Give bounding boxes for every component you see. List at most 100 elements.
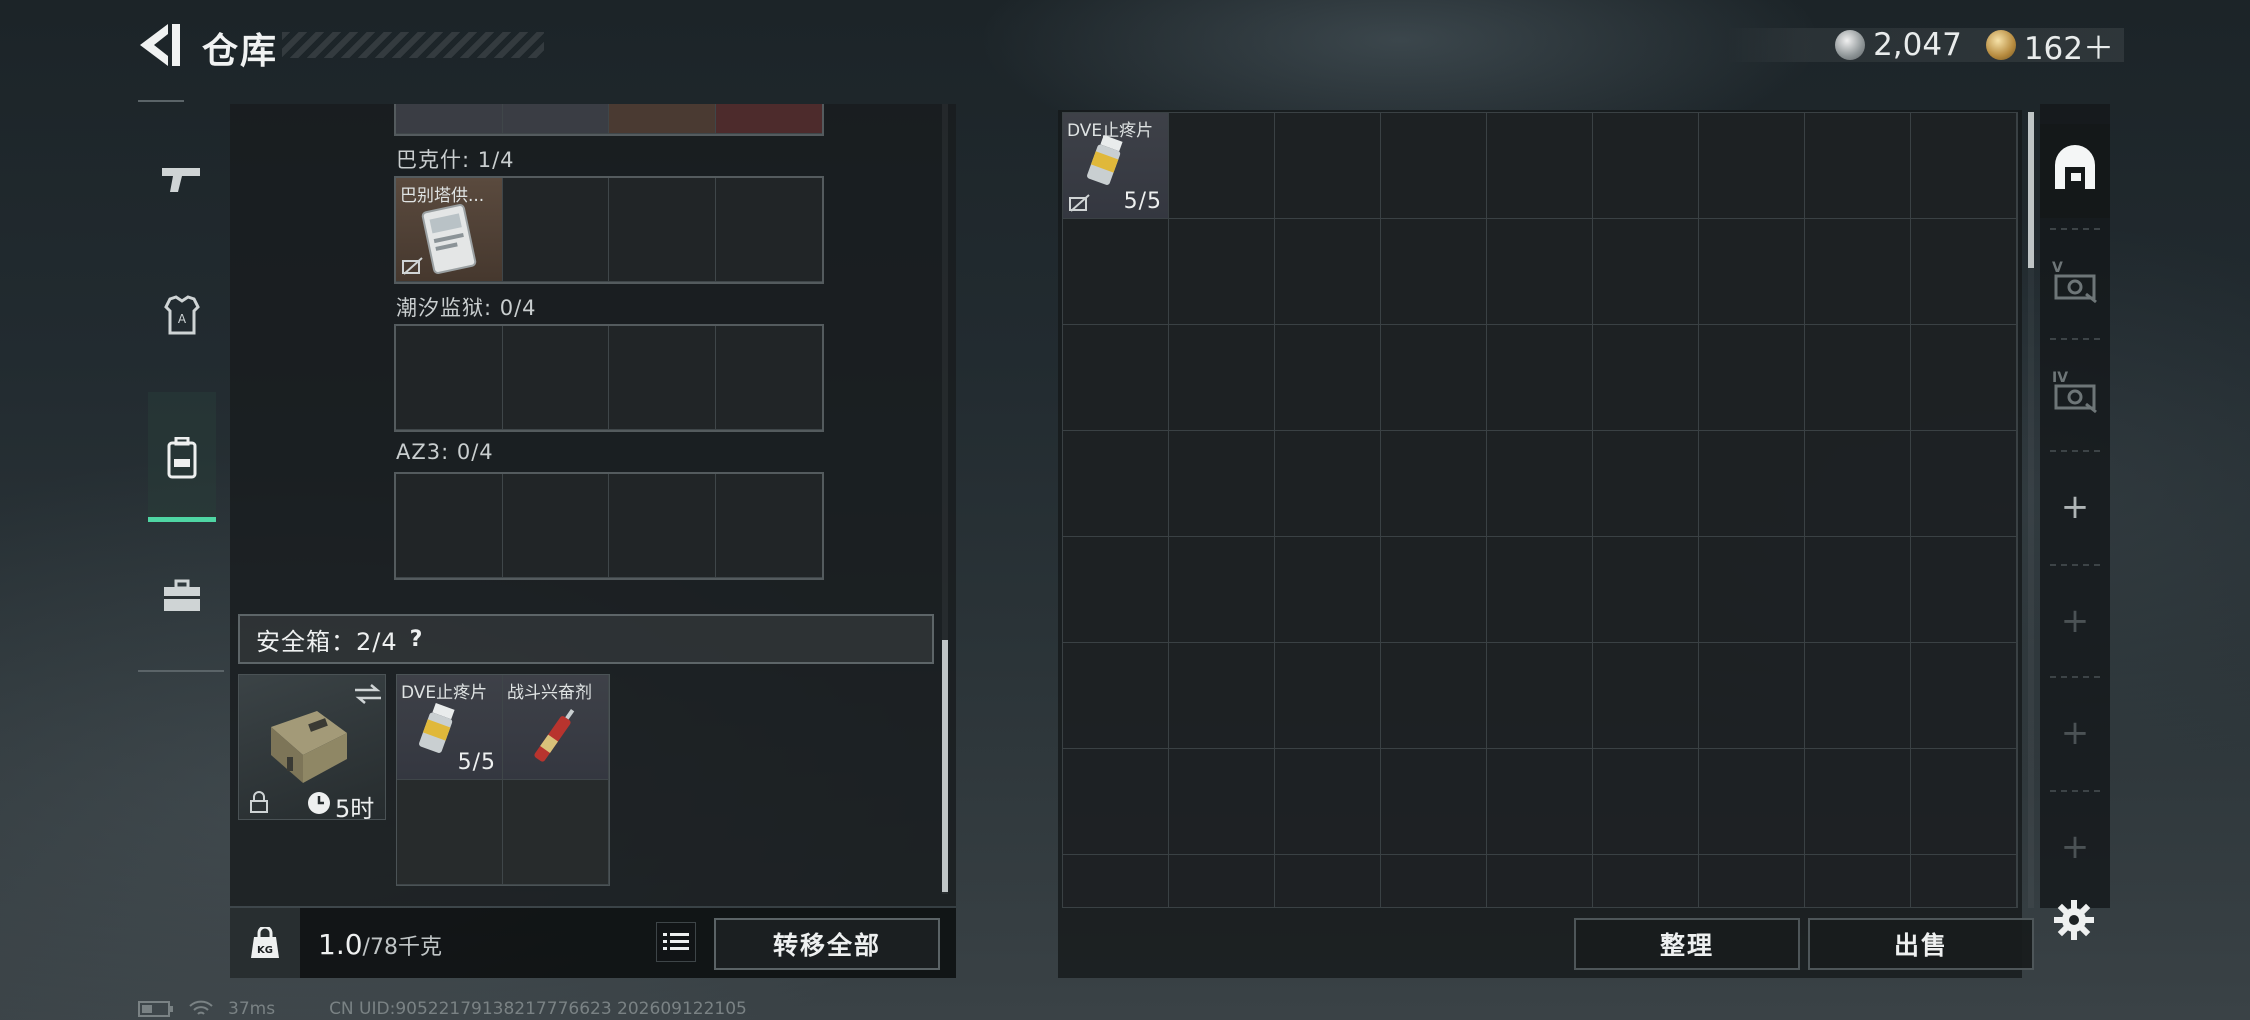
stash-slot[interactable] (1063, 431, 1169, 537)
nav-backpack[interactable] (148, 424, 216, 492)
stash-slot[interactable] (1063, 219, 1169, 325)
sell-button[interactable]: 出售 (1808, 918, 2034, 970)
nav-armor[interactable]: A (148, 282, 216, 350)
stash-slot[interactable] (1381, 643, 1487, 749)
key-card-slot[interactable]: 巴别塔供... (396, 178, 503, 282)
stash-slot[interactable] (1805, 113, 1911, 219)
key-slot[interactable] (609, 326, 716, 430)
stash-slot[interactable] (1699, 113, 1805, 219)
stash-slot[interactable] (1381, 855, 1487, 907)
stash-slot[interactable] (1487, 749, 1593, 855)
stash-slot-painkiller[interactable]: DVE止疼片 5/5 (1063, 113, 1169, 219)
key-slot[interactable] (715, 474, 822, 578)
stash-slot[interactable] (1699, 643, 1805, 749)
stash-slot[interactable] (1487, 855, 1593, 907)
stash-slot[interactable] (1169, 431, 1275, 537)
key-slot[interactable] (715, 326, 822, 430)
stash-slot[interactable] (1169, 325, 1275, 431)
key-slot[interactable] (502, 178, 609, 282)
stash-slot[interactable] (1063, 855, 1169, 907)
transfer-all-button[interactable]: 转移全部 (714, 918, 940, 970)
gold-currency[interactable]: 162＋ (1985, 23, 2114, 68)
key-slot[interactable] (609, 178, 716, 282)
key-slot[interactable] (715, 178, 822, 282)
stash-slot[interactable] (1911, 219, 2017, 325)
stash-slot[interactable] (1593, 749, 1699, 855)
key-slot[interactable] (502, 104, 609, 134)
stash-slot[interactable] (1275, 431, 1381, 537)
stash-slot[interactable] (1593, 537, 1699, 643)
key-slot[interactable] (396, 104, 503, 134)
stash-slot[interactable] (1169, 855, 1275, 907)
stash-slot[interactable] (1169, 643, 1275, 749)
stash-slot[interactable] (1487, 643, 1593, 749)
stash-slot[interactable] (1805, 219, 1911, 325)
stash-slot[interactable] (1063, 643, 1169, 749)
settings-button[interactable] (2048, 894, 2100, 946)
stash-slot[interactable] (1381, 749, 1487, 855)
stash-slot[interactable] (1169, 113, 1275, 219)
add-tab-button[interactable]: + (2040, 812, 2110, 882)
stash-slot[interactable] (1699, 537, 1805, 643)
stash-slot[interactable] (1381, 431, 1487, 537)
stash-slot[interactable] (1275, 855, 1381, 907)
back-button[interactable] (132, 20, 186, 70)
stash-slot[interactable] (1699, 325, 1805, 431)
stash-tab-iv[interactable]: IV (2040, 356, 2110, 426)
stash-slot[interactable] (1699, 855, 1805, 907)
stash-slot[interactable] (1593, 431, 1699, 537)
stash-scrollbar-thumb[interactable] (2028, 112, 2034, 268)
stash-tab-v[interactable]: V (2040, 246, 2110, 316)
container-scrollbar-thumb[interactable] (942, 640, 948, 892)
stash-slot[interactable] (1275, 537, 1381, 643)
key-slot[interactable] (715, 104, 822, 134)
add-tab-button[interactable]: + (2040, 698, 2110, 768)
stash-slot[interactable] (1699, 749, 1805, 855)
nav-toolbox[interactable] (148, 562, 216, 630)
stash-slot[interactable] (1381, 113, 1487, 219)
stash-slot[interactable] (1381, 325, 1487, 431)
safe-slot[interactable] (503, 780, 609, 885)
stash-slot[interactable] (1911, 325, 2017, 431)
silver-currency[interactable]: 2,047 (1835, 27, 1962, 63)
key-slot[interactable] (609, 474, 716, 578)
stash-slot[interactable] (1381, 537, 1487, 643)
stash-slot[interactable] (1169, 749, 1275, 855)
list-view-button[interactable] (656, 922, 696, 962)
stash-slot[interactable] (1487, 219, 1593, 325)
stash-slot[interactable] (1169, 537, 1275, 643)
stash-slot[interactable] (1805, 643, 1911, 749)
stash-slot[interactable] (1911, 113, 2017, 219)
stash-slot[interactable] (1911, 537, 2017, 643)
stash-slot[interactable] (1487, 431, 1593, 537)
help-button[interactable]: ? (410, 627, 423, 652)
stash-slot[interactable] (1275, 325, 1381, 431)
stash-slot[interactable] (1063, 537, 1169, 643)
stash-slot[interactable] (1169, 219, 1275, 325)
stash-slot[interactable] (1593, 855, 1699, 907)
stash-slot[interactable] (1487, 537, 1593, 643)
safe-slot[interactable] (397, 780, 503, 885)
stash-slot[interactable] (1699, 219, 1805, 325)
add-tab-button[interactable]: + (2040, 472, 2110, 542)
stash-tab-main[interactable] (2040, 134, 2110, 204)
stash-slot[interactable] (1381, 219, 1487, 325)
stash-slot[interactable] (1275, 113, 1381, 219)
nav-weapons[interactable] (148, 146, 216, 214)
stash-slot[interactable] (1805, 431, 1911, 537)
safe-slot-painkiller[interactable]: DVE止疼片 5/5 (397, 675, 503, 780)
safe-slot-stimulant[interactable]: 战斗兴奋剂 (503, 675, 609, 780)
stash-slot[interactable] (1063, 749, 1169, 855)
key-slot[interactable] (502, 474, 609, 578)
stash-slot[interactable] (1911, 643, 2017, 749)
stash-slot[interactable] (1911, 431, 2017, 537)
stash-slot[interactable] (1063, 325, 1169, 431)
organize-button[interactable]: 整理 (1574, 918, 1800, 970)
stash-slot[interactable] (1275, 219, 1381, 325)
stash-slot[interactable] (1487, 325, 1593, 431)
stash-slot[interactable] (1275, 749, 1381, 855)
stash-slot[interactable] (1487, 113, 1593, 219)
stash-slot[interactable] (1699, 431, 1805, 537)
stash-slot[interactable] (1275, 643, 1381, 749)
stash-slot[interactable] (1593, 643, 1699, 749)
